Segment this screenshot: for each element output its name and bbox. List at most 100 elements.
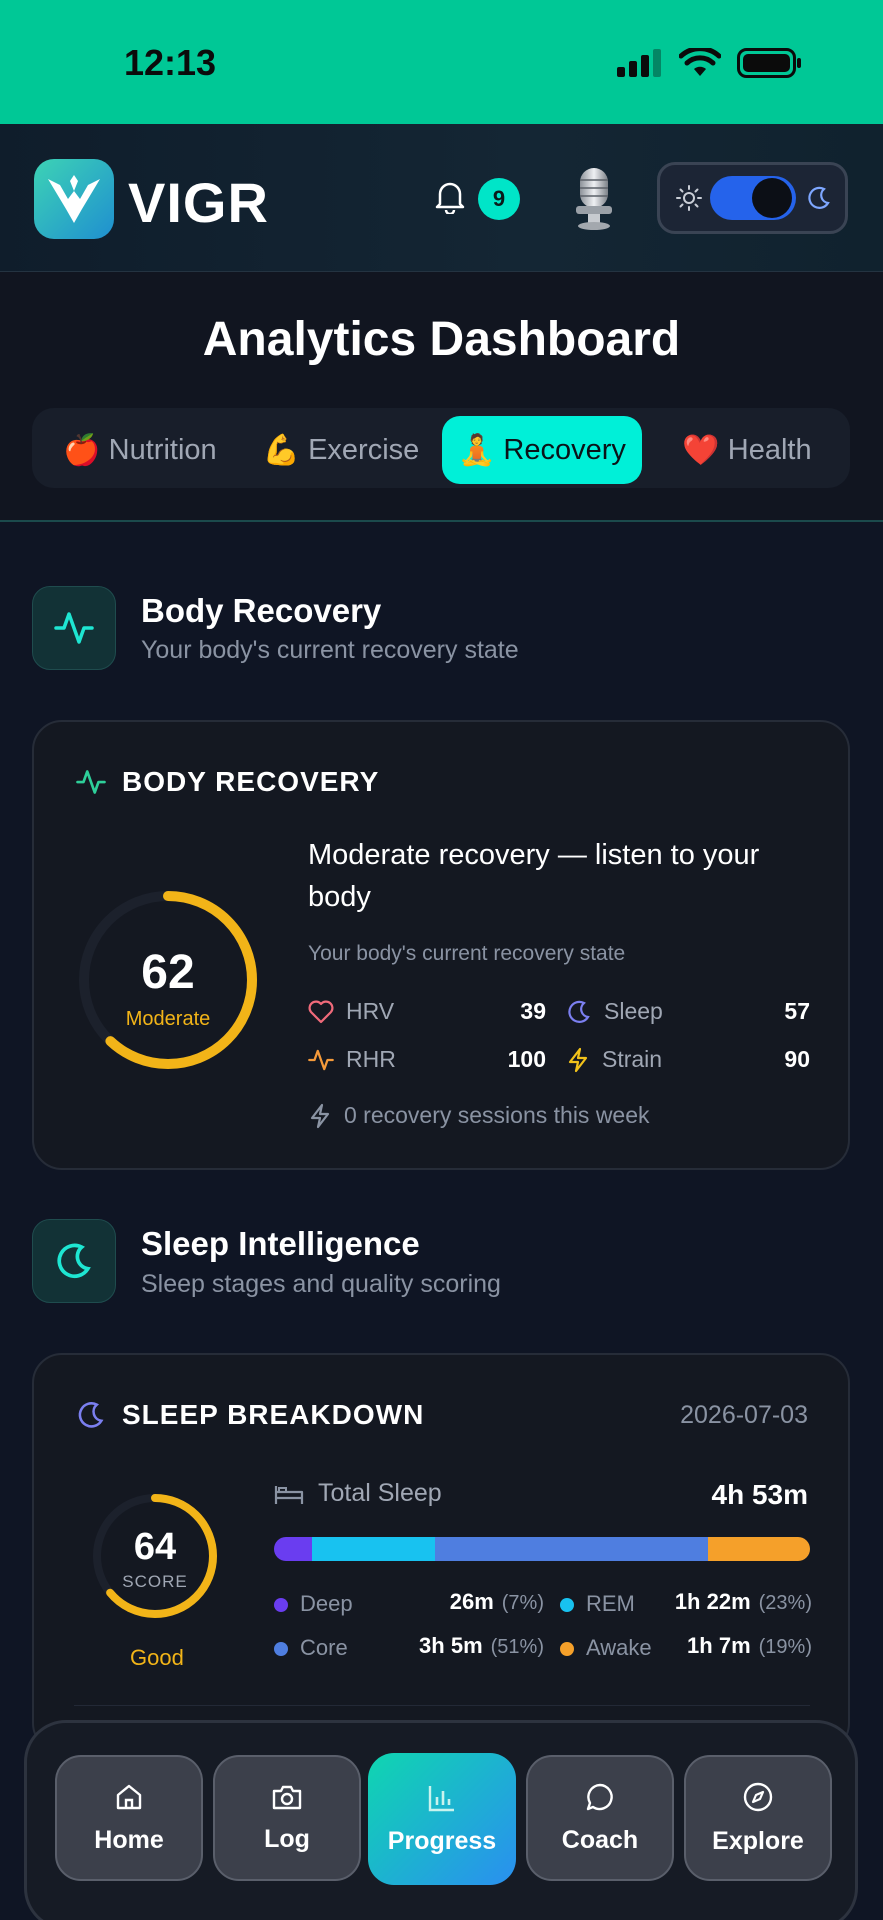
home-icon (116, 1784, 142, 1809)
sleep-quality-label: Good (130, 1645, 184, 1670)
heart-icon: ❤️ (682, 433, 720, 467)
flexed-biceps-icon: 💪 (262, 433, 301, 467)
nav-home-button[interactable]: Home (55, 1755, 203, 1881)
sleep-score-ring: 64 SCORE (93, 1494, 217, 1618)
logo[interactable] (34, 159, 114, 239)
legend-percent: (19%) (758, 1636, 812, 1658)
legend-value: 1h 7m (19%) (687, 1633, 812, 1659)
bottom-navigation: Home Log Progress Coach Explore (24, 1720, 858, 1920)
tab-recovery[interactable]: 🧘 Recovery (442, 416, 642, 484)
sleep-breakdown-card: SLEEP BREAKDOWN 2026-07-03 64 SCORE Good… (32, 1353, 850, 1753)
activity-section-icon (32, 586, 116, 670)
nav-label: Explore (712, 1826, 804, 1855)
metric-sleep: Sleep 57 (566, 998, 810, 1025)
nav-explore-button[interactable]: Explore (684, 1755, 832, 1881)
sleep-date: 2026-07-03 (680, 1401, 808, 1429)
metric-label: HRV (346, 998, 395, 1024)
metric-value: 39 (520, 998, 546, 1024)
card-heading: BODY RECOVERY (76, 766, 379, 798)
tab-exercise[interactable]: 💪 Exercise (258, 416, 424, 484)
activity-icon (76, 770, 106, 794)
wing-logo-icon (48, 175, 100, 223)
legend-duration: 1h 22m (674, 1589, 751, 1614)
status-time: 12:13 (124, 42, 217, 83)
theme-toggle[interactable] (657, 162, 848, 234)
card-heading-text: SLEEP BREAKDOWN (122, 1399, 425, 1430)
nav-label: Log (264, 1824, 310, 1853)
nav-log-button[interactable]: Log (213, 1755, 361, 1881)
section-subtitle-body-recovery: Your body's current recovery state (141, 636, 519, 664)
toggle-track[interactable] (710, 176, 796, 220)
metric-hrv: HRV 39 (308, 998, 546, 1025)
moon-icon (78, 1402, 104, 1428)
legend-value: 3h 5m (51%) (419, 1633, 544, 1659)
lightning-icon (310, 1103, 330, 1128)
total-sleep-label: Total Sleep (274, 1479, 442, 1508)
nav-label: Coach (561, 1825, 639, 1854)
dashboard-header: Analytics Dashboard 🍎 Nutrition 💪 Exerci… (0, 272, 883, 522)
wifi-icon (679, 48, 721, 76)
total-sleep-text: Total Sleep (318, 1479, 442, 1507)
moon-icon (568, 1000, 590, 1023)
battery-icon (737, 48, 801, 78)
bar-chart-icon (428, 1785, 454, 1811)
nav-coach-button[interactable]: Coach (526, 1755, 674, 1881)
legend-percent: (23%) (758, 1592, 812, 1614)
tab-label: Health (727, 433, 812, 466)
stage-segment-rem (311, 1537, 435, 1561)
legend-awake: Awake 1h 7m (19%) (560, 1633, 812, 1661)
legend-dot (274, 1598, 288, 1613)
tab-health[interactable]: ❤️ Health (672, 416, 822, 484)
toggle-knob (752, 178, 792, 218)
sleep-score: 64 (134, 1526, 176, 1568)
compass-icon (743, 1782, 773, 1811)
metric-label: Sleep (604, 998, 663, 1024)
sessions-text: 0 recovery sessions this week (344, 1102, 650, 1128)
legend-core: Core 3h 5m (51%) (274, 1633, 544, 1661)
body-recovery-card: BODY RECOVERY 62 Moderate Moderate recov… (32, 720, 850, 1170)
card-heading-text: BODY RECOVERY (122, 766, 380, 797)
metric-value: 100 (507, 1046, 546, 1072)
nav-label: Home (94, 1825, 164, 1854)
activity-icon (54, 612, 94, 644)
metric-rhr: RHR 100 (308, 1046, 546, 1073)
metric-value: 90 (784, 1046, 810, 1072)
metric-label: RHR (346, 1046, 396, 1072)
legend-rem: REM 1h 22m (23%) (560, 1589, 812, 1617)
moon-icon (808, 186, 830, 209)
tab-label: Exercise (308, 433, 420, 466)
sun-icon (676, 185, 702, 211)
section-title-body-recovery: Body Recovery (141, 592, 382, 629)
bell-icon[interactable] (434, 180, 466, 214)
legend-label: REM (586, 1591, 635, 1616)
legend-deep: Deep 26m (7%) (274, 1589, 544, 1617)
sleep-section-icon (32, 1219, 116, 1303)
heart-icon (308, 1000, 334, 1023)
lightning-icon (568, 1047, 588, 1072)
legend-duration: 26m (449, 1589, 494, 1614)
stage-segment-deep (274, 1537, 312, 1561)
bed-icon (274, 1485, 304, 1504)
activity-icon (308, 1049, 334, 1070)
legend-dot (560, 1598, 574, 1613)
legend-duration: 3h 5m (419, 1633, 483, 1658)
legend-dot (560, 1642, 574, 1657)
legend-label: Core (300, 1635, 348, 1660)
stage-segment-core (434, 1537, 709, 1561)
tab-nutrition[interactable]: 🍎 Nutrition (52, 416, 228, 484)
legend-value: 26m (7%) (450, 1589, 544, 1615)
signal-icon (617, 49, 661, 77)
legend-label: Deep (300, 1591, 353, 1616)
recovery-subtext: Your body's current recovery state (308, 942, 626, 965)
section-title-sleep: Sleep Intelligence (141, 1225, 420, 1262)
page-title: Analytics Dashboard (202, 313, 681, 366)
microphone-icon[interactable] (570, 166, 618, 232)
brand-name: VIGR (128, 171, 269, 234)
metric-strain: Strain 90 (566, 1046, 810, 1073)
chat-icon (586, 1783, 613, 1810)
nav-progress-button[interactable]: Progress (368, 1753, 516, 1885)
status-icons (617, 48, 803, 78)
card-heading: SLEEP BREAKDOWN (76, 1399, 424, 1431)
status-bar: 12:13 (0, 0, 883, 124)
recovery-score-ring: 62 Moderate (79, 891, 257, 1069)
